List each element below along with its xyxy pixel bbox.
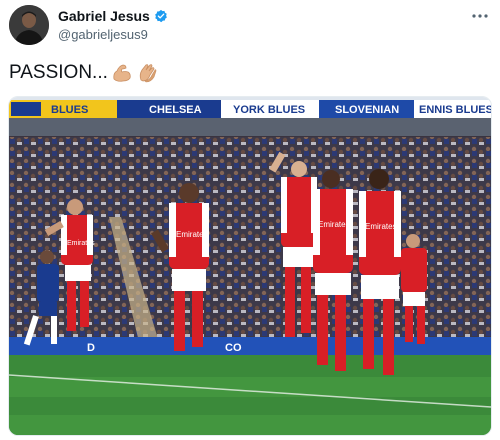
banner-5: ENNIS BLUES [419,104,491,116]
lower-board-1: D [87,342,95,354]
shirt-sponsor-3: Emirates [318,220,350,229]
banner-1: BLUES [51,104,88,116]
verified-badge-icon [154,9,168,23]
handle[interactable]: @gabrieljesus9 [58,27,148,42]
banner-2: CHELSEA [149,104,202,116]
tweet-text: PASSION... [9,62,158,84]
flexed-biceps-emoji [111,62,133,84]
tweet-photo[interactable]: BLUES CHELSEA YORK BLUES SLOVENIAN ENNIS… [8,96,492,436]
shirt-sponsor-2: Emirates [176,230,208,239]
stadium-banners: BLUES CHELSEA YORK BLUES SLOVENIAN ENNIS… [9,100,491,118]
lower-board-2: CO [225,342,242,354]
clapping-hands-emoji [136,62,158,84]
more-options-icon[interactable] [470,10,490,22]
display-name[interactable]: Gabriel Jesus [58,8,150,24]
tweet-card: Gabriel Jesus @gabrieljesus9 PASSION... [0,0,500,440]
tweet-text-content: PASSION... [9,62,108,83]
shirt-sponsor-4: Emirates [365,222,397,231]
banner-3: YORK BLUES [233,104,305,116]
shirt-sponsor-1: Emirates [67,240,95,247]
banner-4: SLOVENIAN [335,104,399,116]
avatar[interactable] [9,5,49,45]
